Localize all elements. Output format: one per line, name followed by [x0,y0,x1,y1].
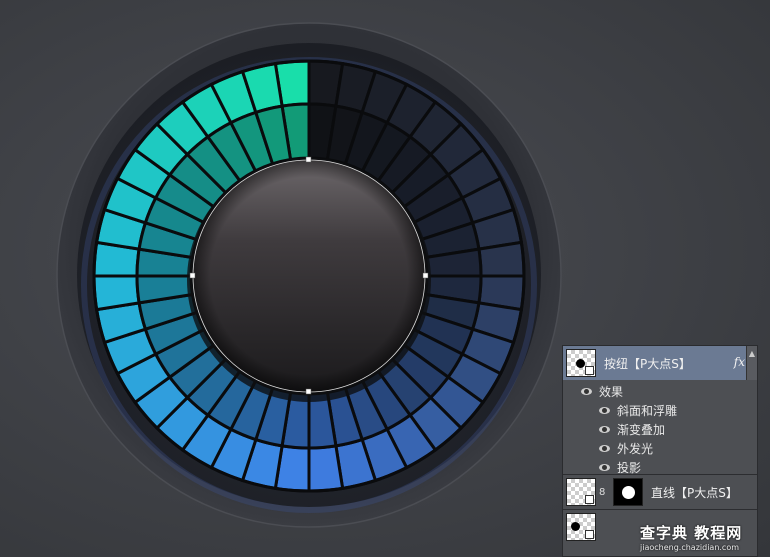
layer-button-name: 按纽【P大点S】 [604,356,691,371]
watermark-main: 查字典 教程网 [640,524,743,542]
dial-segment-outer [477,240,526,278]
layer-line-name: 直线【P大点S】 [651,485,738,500]
effects-label: 效果 [599,385,624,399]
layer-thumbnail [566,513,596,541]
watermark: 查字典 教程网 jiaocheng.chazidian.com [640,522,765,556]
effect-bevel-emboss[interactable]: 斜面和浮雕 [599,401,677,420]
eye-icon[interactable] [599,426,610,433]
anchor-point-bottom [305,388,312,395]
dial-segment-outer [92,274,141,312]
effect-label: 渐变叠加 [617,423,666,437]
layer-button[interactable]: 按纽【P大点S】 fx ▲ [563,346,757,380]
anchor-point-right [422,272,429,279]
layer-thumbnail [566,478,596,506]
effects-group[interactable]: 效果 [581,382,623,401]
eye-icon[interactable] [581,388,592,395]
eye-icon[interactable] [599,464,610,471]
anchor-point-top [305,156,312,163]
effect-outer-glow[interactable]: 外发光 [599,439,653,458]
eye-icon[interactable] [599,407,610,414]
effect-label: 斜面和浮雕 [617,404,678,418]
eye-icon[interactable] [599,445,610,452]
mask-thumbnail[interactable] [613,478,643,506]
layer-thumbnail [566,349,596,377]
effect-gradient-overlay[interactable]: 渐变叠加 [599,420,665,439]
anchor-point-left [189,272,196,279]
scroll-up-arrow-icon[interactable]: ▲ [746,346,757,380]
link-icon[interactable]: 8 [599,487,607,498]
watermark-sub: jiaocheng.chazidian.com [640,543,740,552]
fx-icon[interactable]: fx [734,355,745,369]
effect-label: 外发光 [617,442,654,456]
layer-line[interactable]: 8 直线【P大点S】 [563,475,757,509]
knob-rim [193,160,425,392]
dial-segment-outer [307,444,345,493]
